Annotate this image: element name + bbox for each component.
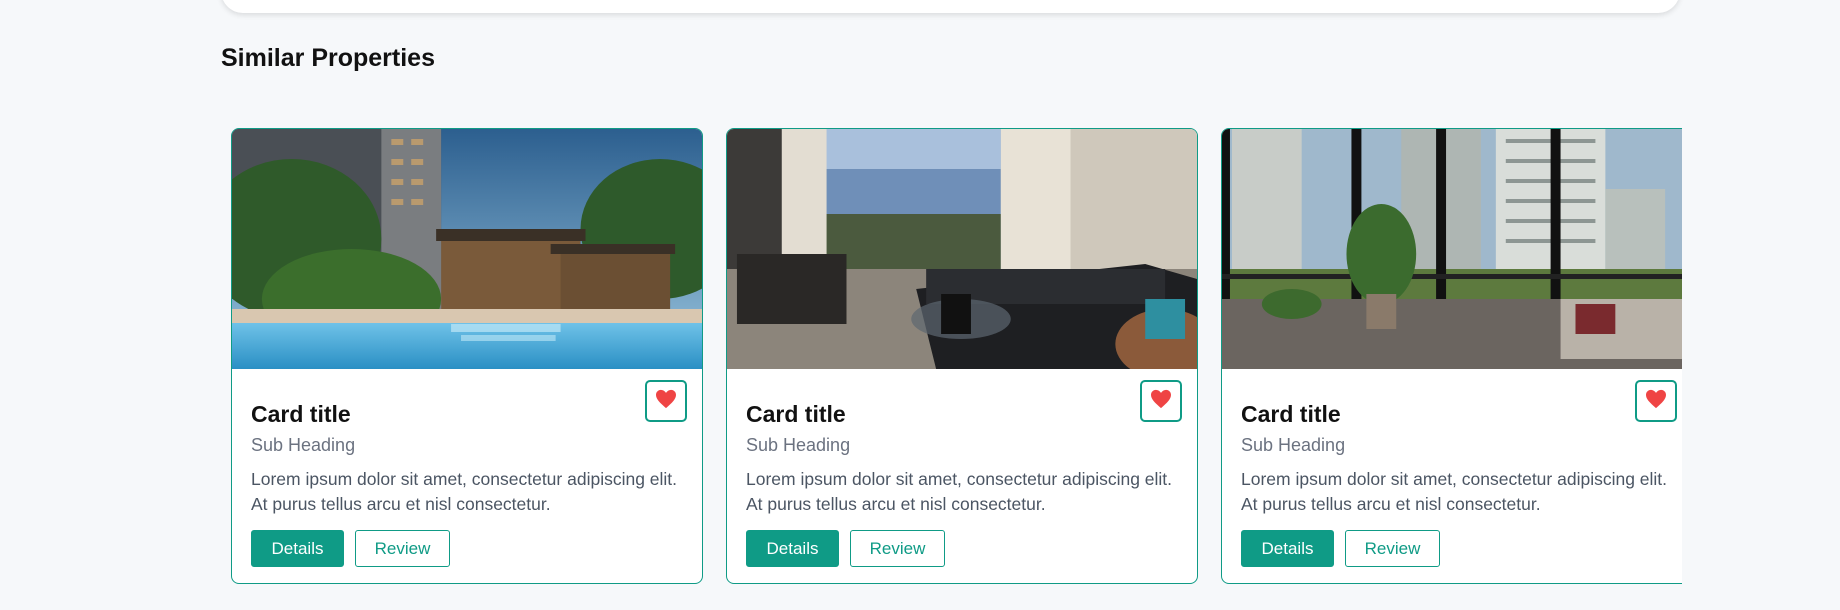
card-subtitle: Sub Heading [746,435,851,455]
property-card: Card title Sub Heading Lorem ipsum dolor… [726,128,1198,584]
card-title: Card title [251,401,351,427]
review-button[interactable]: Review [850,530,945,567]
heart-icon [1150,389,1172,414]
favorite-button[interactable] [1635,380,1677,422]
property-image[interactable] [1222,129,1682,369]
property-carousel: Card title Sub Heading Lorem ipsum dolor… [221,120,1682,600]
card-description: Lorem ipsum dolor sit amet, consectetur … [251,469,678,514]
review-button[interactable]: Review [1345,530,1440,567]
details-button[interactable]: Details [251,530,344,567]
card-title: Card title [746,401,846,427]
card-title: Card title [1241,401,1341,427]
favorite-button[interactable] [1140,380,1182,422]
card-description: Lorem ipsum dolor sit amet, consectetur … [1241,469,1668,514]
heart-icon [655,389,677,414]
property-image[interactable] [232,129,702,369]
property-image[interactable] [727,129,1197,369]
heart-icon [1645,389,1667,414]
property-card: Card title Sub Heading Lorem ipsum dolor… [231,128,703,584]
favorite-button[interactable] [645,380,687,422]
top-panel [221,0,1680,13]
section-title: Similar Properties [221,44,435,72]
details-button[interactable]: Details [746,530,839,567]
details-button[interactable]: Details [1241,530,1334,567]
card-subtitle: Sub Heading [1241,435,1346,455]
review-button[interactable]: Review [355,530,450,567]
card-description: Lorem ipsum dolor sit amet, consectetur … [746,469,1173,514]
card-subtitle: Sub Heading [251,435,356,455]
property-card: Card title Sub Heading Lorem ipsum dolor… [1221,128,1682,584]
